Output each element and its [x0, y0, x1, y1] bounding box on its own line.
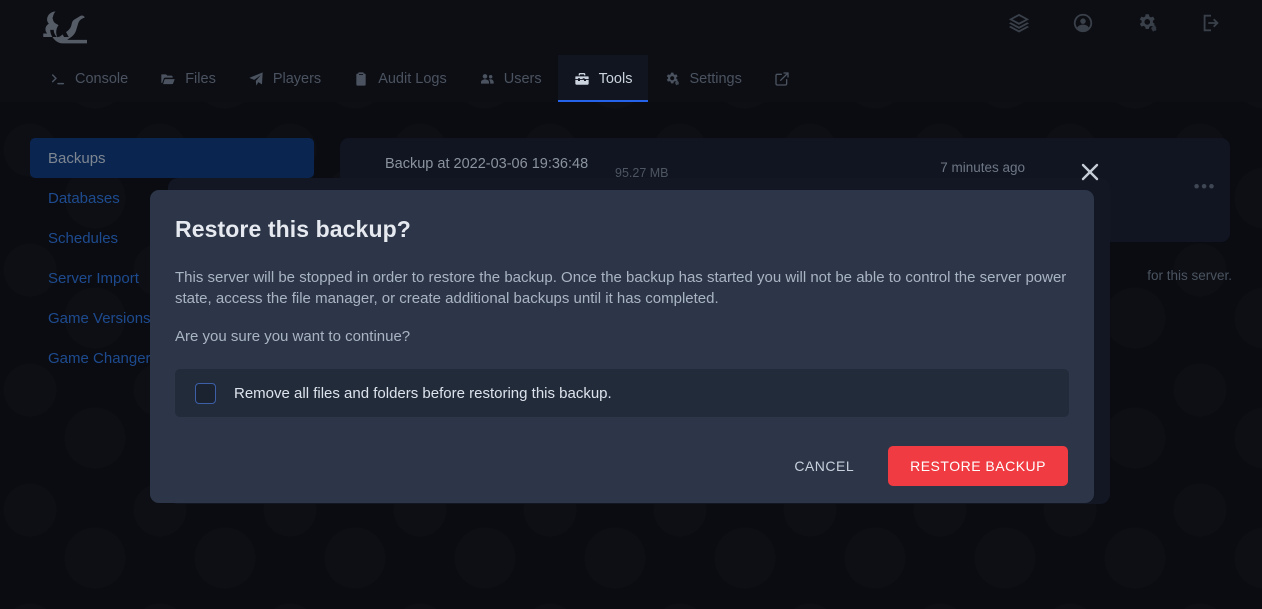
cogs-icon[interactable] — [1136, 12, 1158, 34]
folder-open-icon — [160, 71, 176, 87]
toolbox-icon — [574, 71, 590, 87]
tab-external-link[interactable] — [758, 55, 806, 102]
tab-console-label: Console — [75, 70, 129, 87]
dialog-action-row: CANCEL RESTORE BACKUP — [175, 446, 1069, 486]
external-link-icon — [774, 71, 790, 87]
dialog-title: Restore this backup? — [175, 216, 411, 242]
sidebar-item-label: Game Versions — [48, 309, 151, 327]
cancel-button[interactable]: CANCEL — [774, 447, 874, 485]
tab-users[interactable]: Users — [463, 55, 558, 102]
terminal-icon — [50, 71, 66, 87]
tab-settings[interactable]: Settings — [648, 55, 757, 102]
restore-backup-dialog: Restore this backup? This server will be… — [150, 190, 1094, 503]
cogs-icon — [664, 71, 680, 87]
header-icon-group — [1008, 12, 1222, 34]
close-x-icon[interactable] — [1078, 160, 1102, 184]
tab-users-label: Users — [503, 70, 542, 87]
sidebar-item-label: Databases — [48, 189, 120, 207]
tab-players[interactable]: Players — [232, 55, 337, 102]
tab-console[interactable]: Console — [34, 55, 144, 102]
tab-files-label: Files — [185, 70, 216, 87]
dialog-body-paragraph-2: Are you sure you want to continue? — [175, 328, 411, 345]
backup-relative-time: 7 minutes ago — [940, 160, 1025, 175]
squirrel-logo-icon[interactable] — [38, 8, 94, 46]
logout-icon[interactable] — [1200, 12, 1222, 34]
tab-audit-logs-label: Audit Logs — [378, 70, 447, 87]
sidebar-item-label: Game Changer — [48, 349, 151, 367]
dialog-body-paragraph-1: This server will be stopped in order to … — [175, 269, 1067, 307]
backup-title: Backup at 2022-03-06 19:36:48 — [385, 156, 589, 172]
tab-tools[interactable]: Tools — [557, 55, 649, 102]
sidebar-item-label: Server Import — [48, 269, 139, 287]
layers-icon[interactable] — [1008, 12, 1030, 34]
tab-tools-label: Tools — [598, 70, 633, 87]
remove-files-checkbox-row[interactable]: Remove all files and folders before rest… — [175, 369, 1069, 417]
tab-files[interactable]: Files — [144, 55, 232, 102]
clipboard-icon — [353, 71, 369, 87]
tab-players-label: Players — [272, 70, 322, 87]
account-circle-icon[interactable] — [1072, 12, 1094, 34]
users-icon — [479, 71, 495, 87]
paper-plane-icon — [248, 71, 264, 87]
remove-files-checkbox[interactable] — [195, 382, 216, 404]
top-header-bar — [0, 0, 1262, 55]
sidebar-item-backups[interactable]: Backups — [30, 138, 314, 178]
remove-files-checkbox-label: Remove all files and folders before rest… — [234, 384, 612, 402]
primary-nav-tabs: Console Files Players Audit Logs Users T… — [0, 55, 1262, 102]
tab-settings-label: Settings — [689, 70, 742, 87]
server-note-text: for this server. — [1147, 268, 1232, 283]
tab-audit-logs[interactable]: Audit Logs — [337, 55, 463, 102]
restore-backup-button[interactable]: RESTORE BACKUP — [888, 446, 1068, 486]
ellipsis-icon[interactable]: ••• — [1194, 178, 1216, 195]
sidebar-item-label: Backups — [48, 149, 106, 167]
sidebar-item-label: Schedules — [48, 229, 119, 247]
